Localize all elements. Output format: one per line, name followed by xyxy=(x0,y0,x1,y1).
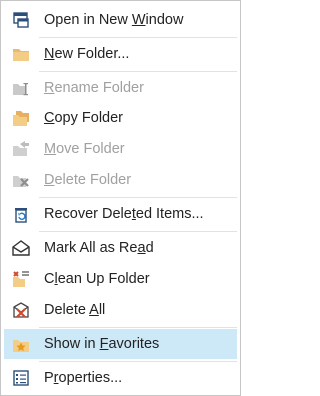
menu-item-label: Show in Favorites xyxy=(44,336,160,352)
folder-context-menu: Open in New Window New Folder... Rename … xyxy=(0,0,241,396)
menu-separator xyxy=(39,71,237,72)
menu-item-properties[interactable]: Properties... xyxy=(4,363,237,393)
menu-item-label: Delete All xyxy=(44,302,106,318)
menu-item-label: Rename Folder xyxy=(44,80,144,96)
properties-icon xyxy=(4,363,38,393)
menu-item-copy-folder[interactable]: Copy Folder xyxy=(4,103,237,133)
delete-all-icon xyxy=(4,295,38,325)
favorites-star-icon xyxy=(4,329,38,359)
menu-separator xyxy=(39,197,237,198)
menu-separator xyxy=(39,231,237,232)
menu-item-label: Delete Folder xyxy=(44,172,132,188)
clean-up-icon xyxy=(4,264,38,294)
rename-folder-icon xyxy=(4,73,38,103)
recover-items-icon xyxy=(4,199,38,229)
delete-folder-icon xyxy=(4,165,38,195)
menu-item-rename-folder[interactable]: Rename Folder xyxy=(4,73,237,103)
menu-item-clean-up-folder[interactable]: Clean Up Folder xyxy=(4,264,237,294)
envelope-open-icon xyxy=(4,233,38,263)
menu-separator xyxy=(39,37,237,38)
menu-item-delete-folder[interactable]: Delete Folder xyxy=(4,165,237,195)
menu-item-new-folder[interactable]: New Folder... xyxy=(4,39,237,69)
move-folder-icon xyxy=(4,134,38,164)
menu-item-label: Properties... xyxy=(44,370,123,386)
menu-item-label: Mark All as Read xyxy=(44,240,154,256)
menu-item-label: Recover Deleted Items... xyxy=(44,206,204,222)
menu-item-move-folder[interactable]: Move Folder xyxy=(4,134,237,164)
menu-item-recover-deleted-items[interactable]: Recover Deleted Items... xyxy=(4,199,237,229)
menu-item-label: Move Folder xyxy=(44,141,125,157)
menu-item-show-in-favorites[interactable]: Show in Favorites xyxy=(4,329,237,359)
copy-folder-icon xyxy=(4,103,38,133)
open-window-icon xyxy=(4,5,38,35)
menu-item-label: New Folder... xyxy=(44,46,130,62)
folder-icon xyxy=(4,39,38,69)
menu-item-open-in-new-window[interactable]: Open in New Window xyxy=(4,5,237,35)
menu-separator xyxy=(39,327,237,328)
menu-item-label: Copy Folder xyxy=(44,110,123,126)
menu-item-mark-all-as-read[interactable]: Mark All as Read xyxy=(4,233,237,263)
menu-item-label: Open in New Window xyxy=(44,12,184,28)
menu-item-delete-all[interactable]: Delete All xyxy=(4,295,237,325)
menu-item-label: Clean Up Folder xyxy=(44,271,150,287)
menu-separator xyxy=(39,361,237,362)
